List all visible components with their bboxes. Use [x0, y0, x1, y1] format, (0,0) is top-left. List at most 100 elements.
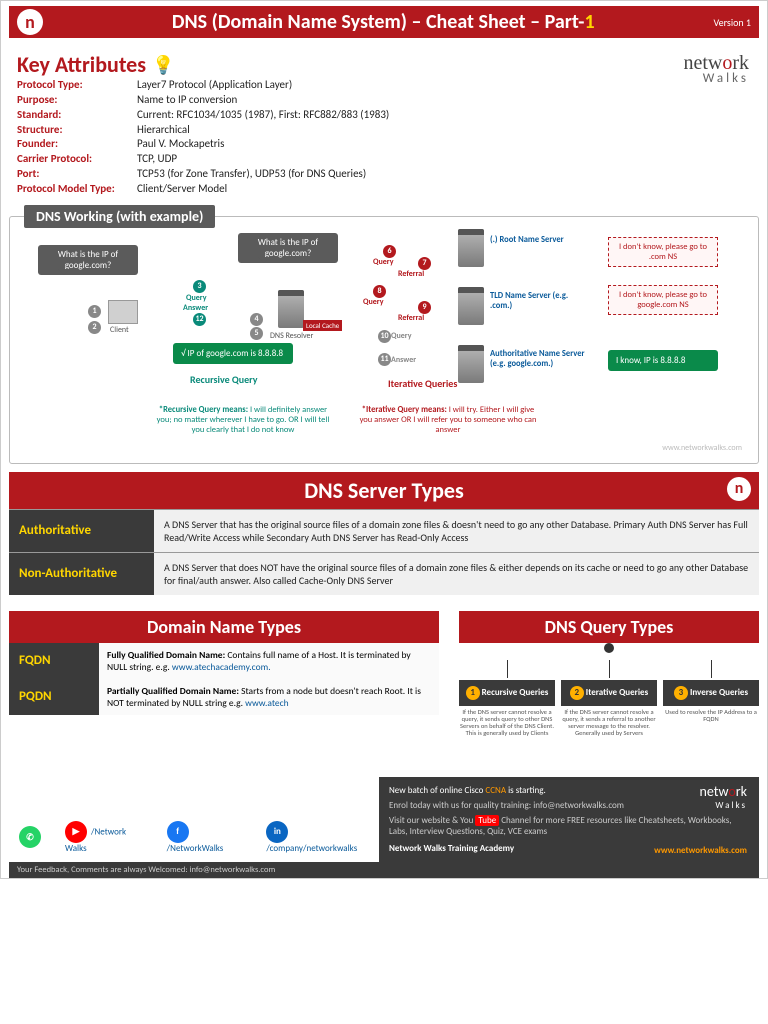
attr-label: Protocol Model Type:	[17, 182, 137, 197]
attr-row: Carrier Protocol:TCP, UDP	[17, 152, 751, 167]
server-type-desc: A DNS Server that does NOT have the orig…	[154, 553, 759, 595]
title-text: DNS (Domain Name System) – Cheat Sheet –…	[172, 10, 585, 34]
key-attributes-section: network Walks Key Attributes 💡 Protocol …	[9, 46, 759, 202]
query-type-number: 3	[674, 686, 688, 700]
attr-value: Current: RFC1034/1035 (1987), First: RFC…	[137, 108, 389, 123]
query-type-number: 1	[466, 686, 480, 700]
root-response-box: I don't know, please go to .com NS	[608, 237, 718, 267]
whatsapp-icon[interactable]: ✆	[19, 826, 45, 848]
answer-label-11: Answer	[391, 355, 416, 365]
attr-value: Hierarchical	[137, 123, 190, 138]
brand-logo-small-icon: n	[727, 477, 751, 501]
local-cache-tag: Local Cache	[303, 320, 342, 331]
resolver-question-bubble: What is the IP of google.com?	[238, 233, 338, 263]
brand-mark: network Walks	[683, 51, 749, 86]
page-title: DNS (Domain Name System) – Cheat Sheet –…	[53, 10, 713, 34]
query-type-number: 2	[570, 686, 584, 700]
recursive-query-desc: *Recursive Query means: I will definitel…	[153, 405, 333, 435]
two-column-row: Domain Name Types FQDNFully Qualified Do…	[9, 611, 759, 763]
attr-row: Structure:Hierarchical	[17, 123, 751, 138]
domain-type-desc: Partially Qualified Domain Name: Starts …	[99, 679, 439, 715]
dns-query-types-section: DNS Query Types 1Recursive QueriesIf the…	[459, 611, 759, 763]
client-pc-icon	[108, 300, 138, 324]
tld-ns-icon	[458, 287, 484, 325]
step-4: 4	[250, 313, 263, 326]
root-ns-label: (.) Root Name Server	[490, 235, 564, 245]
page: n DNS (Domain Name System) – Cheat Sheet…	[0, 0, 768, 879]
query-label-3: Query	[186, 293, 206, 303]
attr-value: TCP, UDP	[137, 152, 177, 167]
referral-label-9: Referral	[398, 313, 424, 323]
iterative-queries-label: Iterative Queries	[388, 377, 457, 390]
domain-type-row: FQDNFully Qualified Domain Name: Contain…	[9, 643, 439, 679]
attr-row: Protocol Model Type:Client/Server Model	[17, 182, 751, 197]
domain-type-row: PQDNPartially Qualified Domain Name: Sta…	[9, 679, 439, 715]
attr-value: Paul V. Mockapetris	[137, 137, 224, 152]
step-10: 10	[378, 330, 391, 343]
title-part-number: 1	[584, 10, 594, 34]
attr-label: Structure:	[17, 123, 137, 138]
query-types-tree: 1Recursive QueriesIf the DNS server cann…	[459, 643, 759, 763]
step-5: 5	[250, 327, 263, 340]
youtube-icon: Tube	[475, 815, 499, 826]
dns-working-diagram: What is the IP of google.com? Client 1 2…	[18, 225, 750, 455]
query-label-6: Query	[373, 257, 393, 267]
dns-resolver-icon	[278, 290, 304, 328]
server-types-banner: DNS Server Types n	[9, 472, 759, 509]
tree-root-icon	[604, 643, 614, 653]
attr-row: Standard:Current: RFC1034/1035 (1987), F…	[17, 108, 751, 123]
attr-label: Port:	[17, 167, 137, 182]
tld-ns-label: TLD Name Server (e.g. .com.)	[490, 291, 580, 311]
step-2: 2	[88, 321, 101, 334]
query-type-item: 1Recursive Queries	[459, 680, 555, 706]
domain-name-types-section: Domain Name Types FQDNFully Qualified Do…	[9, 611, 439, 763]
query-types-banner: DNS Query Types	[459, 611, 759, 643]
header-bar: n DNS (Domain Name System) – Cheat Sheet…	[9, 6, 759, 38]
attr-label: Purpose:	[17, 93, 137, 108]
social-links: ✆ ▶/Network Walks f/NetworkWalks in/comp…	[19, 821, 379, 854]
attr-row: Port:TCP53 (for Zone Transfer), UDP53 (f…	[17, 167, 751, 182]
query-type-desc: If the DNS server cannot resolve a query…	[561, 709, 657, 738]
footer-line1: New batch of online Cisco CCNA is starti…	[389, 785, 749, 796]
attr-row: Protocol Type:Layer7 Protocol (Applicati…	[17, 78, 751, 93]
recursive-query-label: Recursive Query	[190, 373, 257, 386]
dns-working-section: DNS Working (with example) What is the I…	[9, 216, 759, 464]
attr-label: Carrier Protocol:	[17, 152, 137, 167]
server-type-row: Non-AuthoritativeA DNS Server that does …	[9, 552, 759, 595]
auth-response-box: I know, IP is 8.8.8.8	[608, 350, 718, 371]
attr-label: Standard:	[17, 108, 137, 123]
resolver-label: DNS Resolver	[270, 331, 313, 341]
attr-row: Founder:Paul V. Mockapetris	[17, 137, 751, 152]
attr-label: Founder:	[17, 137, 137, 152]
footer-brand: network Walks	[700, 783, 747, 811]
query-type-item: 3Inverse Queries	[663, 680, 759, 706]
client-label: Client	[110, 325, 129, 335]
watermark: www.networkwalks.com	[662, 443, 742, 453]
iterative-query-desc: *Iterative Query means: I will try. Eith…	[358, 405, 538, 435]
query-label-8: Query	[363, 297, 383, 307]
attr-value: TCP53 (for Zone Transfer), UDP53 (for DN…	[137, 167, 366, 182]
footer-line3: Visit our website & You Tube Channel for…	[389, 815, 749, 837]
step-12: 12	[193, 313, 206, 326]
linkedin-link[interactable]: in/company/networkwalks	[266, 821, 379, 854]
answer-label-12: Answer	[183, 303, 208, 313]
domain-type-name: FQDN	[9, 643, 99, 679]
attr-label: Protocol Type:	[17, 78, 137, 93]
facebook-link[interactable]: f/NetworkWalks	[167, 821, 247, 854]
query-type-desc: If the DNS server cannot resolve a query…	[459, 709, 555, 738]
root-ns-icon	[458, 229, 484, 267]
step-1: 1	[88, 305, 101, 318]
domain-types-banner: Domain Name Types	[9, 611, 439, 643]
brand-logo-icon: n	[17, 9, 43, 35]
auth-ns-label: Authoritative Name Server (e.g. google.c…	[490, 349, 600, 369]
lightbulb-icon: 💡	[152, 54, 174, 76]
auth-ns-icon	[458, 345, 484, 383]
attr-row: Purpose:Name to IP conversion	[17, 93, 751, 108]
client-question-bubble: What is the IP of google.com?	[38, 245, 138, 275]
footer-url[interactable]: www.networkwalks.com	[654, 845, 747, 856]
footer-line2: Enrol today with us for quality training…	[389, 800, 749, 811]
query-type-desc: Used to resolve the IP Address to a FQDN	[663, 709, 759, 723]
youtube-link[interactable]: ▶/Network Walks	[65, 821, 147, 854]
domain-type-desc: Fully Qualified Domain Name: Contains fu…	[99, 643, 439, 679]
answer-bubble: √ IP of google.com is 8.8.8.8	[173, 343, 293, 364]
